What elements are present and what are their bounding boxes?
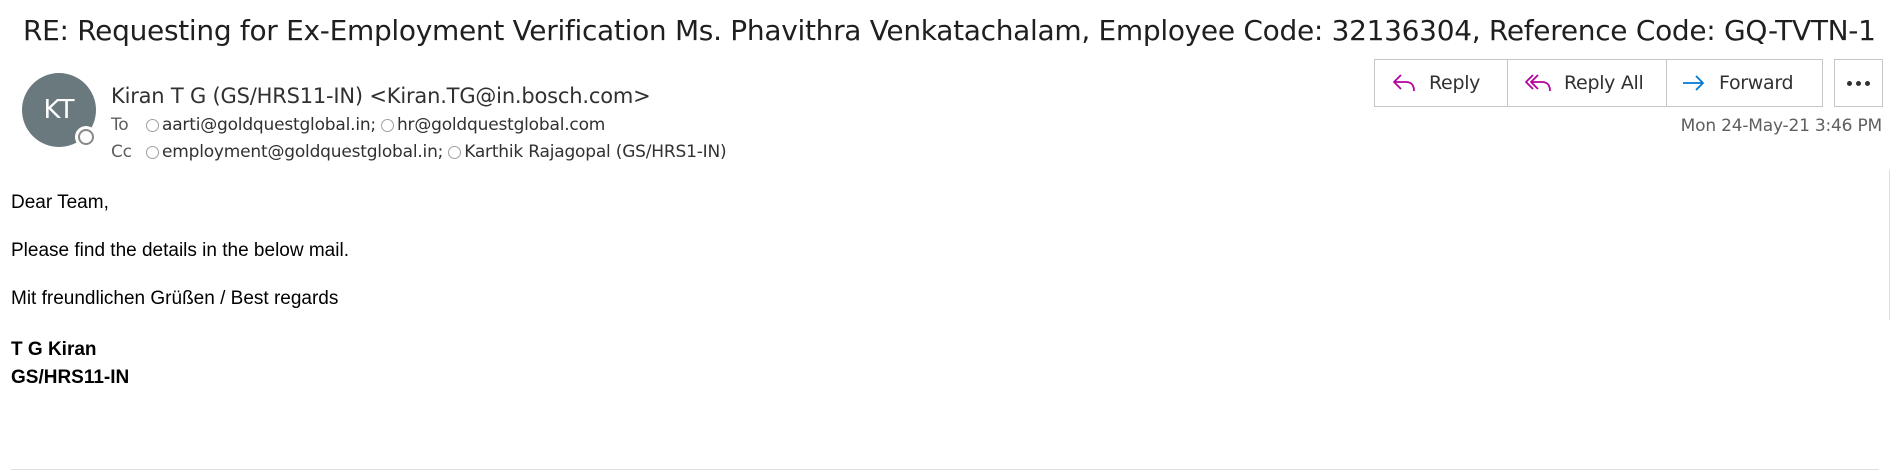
signature-dept: GS/HRS11-IN [11, 367, 130, 388]
recipient-to-2[interactable]: hr@goldquestglobal.com [380, 115, 606, 135]
message-actions-toolbar: Reply Reply All Forward [1374, 59, 1823, 107]
forward-label: Forward [1719, 72, 1794, 94]
signature-name: T G Kiran [11, 339, 97, 360]
presence-dot-icon [448, 145, 462, 159]
presence-dot-icon [146, 145, 159, 159]
message-divider [11, 469, 1879, 470]
body-closing: Mit freundlichen Grüßen / Best regards [11, 288, 339, 309]
to-label: To [111, 115, 129, 135]
recipient-cc-1[interactable]: employment@goldquestglobal.in; [146, 142, 443, 162]
ellipsis-icon [1847, 80, 1852, 86]
sender-name[interactable]: Kiran T G (GS/HRS11-IN) <Kiran.TG@in.bos… [111, 84, 651, 108]
email-reading-pane: RE: Requesting for Ex-Employment Verific… [0, 0, 1891, 474]
more-actions-button[interactable] [1834, 59, 1883, 107]
recipient-cc-2[interactable]: Karthik Rajagopal (GS/HRS1-IN) [448, 142, 727, 162]
message-body: Dear Team, Please find the details in th… [11, 192, 349, 392]
cc-line: Cc employment@goldquestglobal.in; Karthi… [111, 142, 731, 162]
recipient-cc-2-name: Karthik Rajagopal (GS/HRS1-IN) [464, 142, 727, 162]
recipient-to-1-name: aarti@goldquestglobal.in; [162, 115, 376, 135]
forward-button[interactable]: Forward [1667, 60, 1822, 106]
presence-dot-icon [146, 118, 159, 132]
email-subject: RE: Requesting for Ex-Employment Verific… [23, 14, 1876, 47]
reply-button[interactable]: Reply [1375, 60, 1508, 106]
reply-all-button[interactable]: Reply All [1508, 60, 1667, 106]
pane-divider [1889, 170, 1890, 320]
presence-dot-icon [380, 118, 394, 132]
message-date: Mon 24-May-21 3:46 PM [1680, 116, 1883, 136]
reply-arrow-icon [1393, 74, 1415, 92]
avatar-initials: KT [43, 95, 75, 125]
recipient-to-2-name: hr@goldquestglobal.com [396, 115, 606, 135]
body-line: Please find the details in the below mai… [11, 240, 349, 261]
body-greeting: Dear Team, [11, 192, 109, 213]
cc-label: Cc [111, 142, 132, 162]
recipient-cc-1-name: employment@goldquestglobal.in; [162, 142, 444, 162]
reply-all-label: Reply All [1564, 72, 1644, 94]
presence-status-icon [75, 126, 97, 148]
forward-arrow-icon [1683, 75, 1704, 91]
recipient-to-1[interactable]: aarti@goldquestglobal.in; [146, 115, 376, 135]
reply-label: Reply [1429, 72, 1481, 94]
to-line: To aarti@goldquestglobal.in; hr@goldques… [111, 115, 610, 135]
reply-all-arrow-icon [1525, 74, 1551, 92]
